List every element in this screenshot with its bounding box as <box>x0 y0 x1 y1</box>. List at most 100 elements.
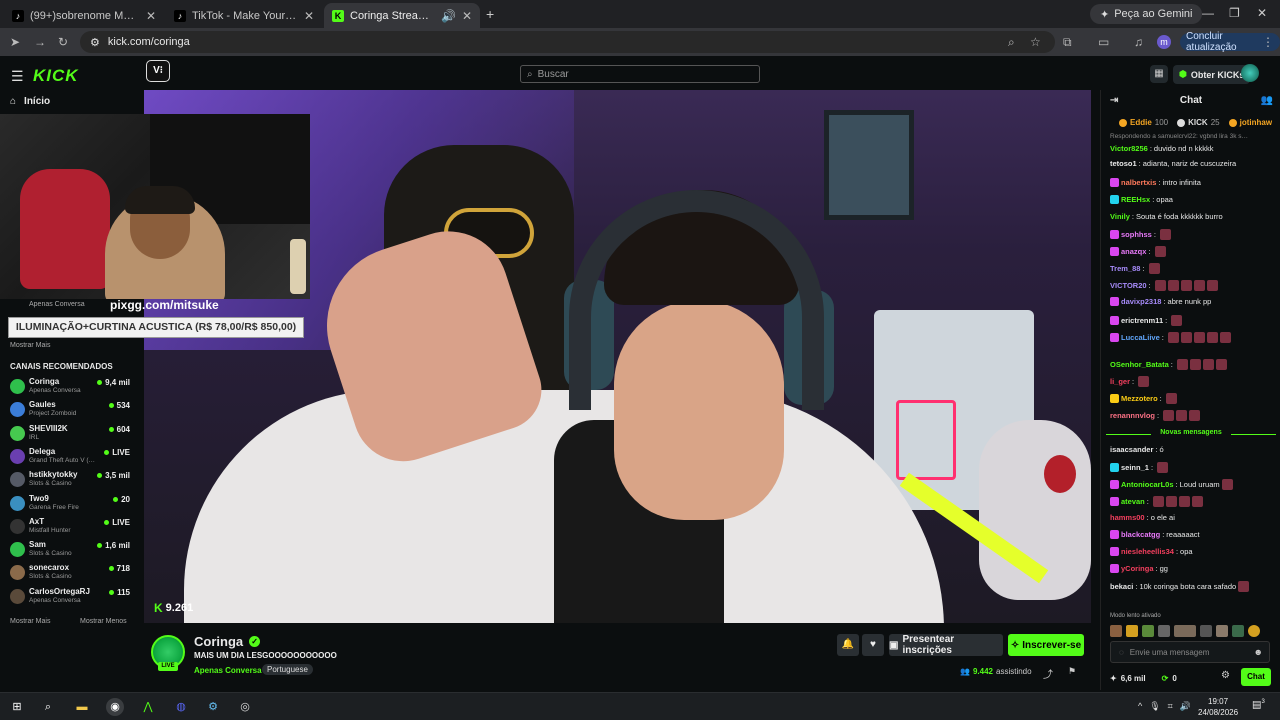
chat-message[interactable]: Vinily: Souta é foda kkkkkk burro <box>1110 212 1275 221</box>
recommended-channel[interactable]: hstikkytokky Slots & Casino 3,5 mil <box>8 469 130 491</box>
zoom-icon[interactable]: ⌕ <box>1008 35 1015 50</box>
chat-message[interactable]: VICTOR20: <box>1110 280 1275 291</box>
top-gifter[interactable]: Eddie 100 <box>1119 118 1168 127</box>
steam-icon[interactable]: ⚙ <box>204 698 222 716</box>
emote-icon[interactable] <box>1158 624 1170 637</box>
show-less-link[interactable]: Mostrar Menos <box>80 618 127 625</box>
windows-start-icon[interactable]: ⊞ <box>8 698 26 716</box>
search-icon[interactable]: ⌕ <box>39 698 57 716</box>
system-clock[interactable]: 19:07 24/08/2026 <box>1198 696 1238 718</box>
channel-name[interactable]: Coringa <box>194 634 243 649</box>
close-icon[interactable]: ✕ <box>304 9 314 23</box>
chat-message[interactable]: hamms00: o ele ai <box>1110 513 1275 522</box>
chat-username[interactable]: isaacsander <box>1110 445 1153 454</box>
media-icon[interactable]: ♫ <box>1134 35 1143 49</box>
site-settings-icon[interactable]: ⚙ <box>90 36 100 49</box>
chat-username[interactable]: hamms00 <box>1110 513 1145 522</box>
emote-icon[interactable] <box>1216 624 1228 637</box>
chat-message[interactable]: niesleheellis34: opa <box>1110 547 1275 556</box>
top-gifter[interactable]: jotinhaw <box>1228 118 1275 127</box>
search-input[interactable]: ⌕ Buscar <box>520 65 760 83</box>
new-tab-button[interactable]: + <box>486 6 494 22</box>
grid-icon[interactable]: ▦ <box>1150 65 1168 83</box>
chat-username[interactable]: Victor8256 <box>1110 144 1148 153</box>
category-link[interactable]: Apenas Conversa <box>194 666 262 675</box>
emote-icon[interactable] <box>1110 624 1122 637</box>
send-chat-button[interactable]: Chat <box>1241 668 1271 686</box>
browser-tab-3[interactable]: K Coringa Stream - Watch Liv 🔊 ✕ <box>324 3 480 28</box>
notification-bell-button[interactable]: 🔔 <box>837 634 859 656</box>
chat-username[interactable]: atevan <box>1121 497 1145 506</box>
emote-icon[interactable] <box>1142 624 1154 637</box>
forward-icon[interactable]: → <box>34 35 46 49</box>
chat-message[interactable]: erictrenm11: <box>1110 315 1275 326</box>
obs-icon[interactable]: ◎ <box>236 698 254 716</box>
close-icon[interactable]: ✕ <box>146 9 156 23</box>
profile-avatar[interactable]: m <box>1157 35 1171 49</box>
chat-message[interactable]: tetoso1: adianta, nariz de cuscuzeira <box>1110 159 1275 168</box>
chat-username[interactable]: REEHsx <box>1121 195 1150 204</box>
file-explorer-icon[interactable]: ▬ <box>73 698 91 716</box>
chat-username[interactable]: li_ger <box>1110 377 1130 386</box>
network-icon[interactable]: ⌗ <box>1168 701 1173 712</box>
chat-message[interactable]: Trem_88: <box>1110 263 1275 274</box>
notification-icon[interactable]: ▤3 <box>1252 699 1265 710</box>
chat-username[interactable]: Trem_88 <box>1110 264 1140 273</box>
reload-icon[interactable]: ↻ <box>58 35 68 49</box>
chat-username[interactable]: LuccaLiive <box>1121 333 1160 342</box>
emote-icon[interactable] <box>1174 624 1196 637</box>
channel-name-row[interactable]: Coringa ✓ <box>194 634 261 649</box>
gemini-button[interactable]: ✦ Peça ao Gemini <box>1090 4 1203 24</box>
app-icon[interactable]: ⋀ <box>139 698 157 716</box>
recommended-channel[interactable]: Two9 Garena Free Fire 20 <box>8 493 130 515</box>
show-more-link-top[interactable]: Mostrar Mais <box>10 342 50 349</box>
cast-icon[interactable]: ▭ <box>1098 35 1109 49</box>
chat-username[interactable]: anazqx <box>1121 247 1146 256</box>
chat-message[interactable]: atevan: <box>1110 496 1275 507</box>
chat-username[interactable]: bekaci <box>1110 582 1133 591</box>
chat-username[interactable]: sophhss <box>1121 230 1152 239</box>
extensions-icon[interactable]: ⧉ <box>1063 35 1072 50</box>
address-bar[interactable]: ⚙ kick.com/coringa <box>80 31 1055 53</box>
maximize-icon[interactable]: ❐ <box>1229 6 1240 20</box>
top-gifter[interactable]: KICK 25 <box>1177 118 1220 127</box>
recommended-channel[interactable]: Gaules Project Zomboid 534 <box>8 399 130 421</box>
obter-kicks-button[interactable]: ⬢ Obter KICKs <box>1173 65 1251 84</box>
chrome-icon[interactable]: ◉ <box>106 698 124 716</box>
recommended-channel[interactable]: Sam Slots & Casino 1,6 mil <box>8 539 130 561</box>
audio-icon[interactable]: 🔊 <box>441 9 456 23</box>
chat-username[interactable]: erictrenm11 <box>1121 316 1163 325</box>
chat-message[interactable]: bekaci:10k coringa bota cara safado <box>1110 581 1275 592</box>
close-window-icon[interactable]: ✕ <box>1257 6 1267 20</box>
hamburger-icon[interactable]: ☰ <box>11 68 24 85</box>
chat-message[interactable]: Mezzotero: <box>1110 393 1275 404</box>
chat-message[interactable]: Victor8256: duvido nd n kkkkk <box>1110 144 1275 153</box>
chat-username[interactable]: Mezzotero <box>1121 394 1158 403</box>
users-icon[interactable]: 👥 <box>1261 95 1273 106</box>
kick-logo[interactable]: KICK <box>33 66 79 86</box>
volume-icon[interactable]: 🔊 <box>1180 701 1191 712</box>
gift-subs-button[interactable]: ▣ Presentear inscrições <box>889 634 1003 656</box>
chat-username[interactable]: yCoringa <box>1121 564 1154 573</box>
chat-username[interactable]: Vinily <box>1110 212 1130 221</box>
chat-message[interactable]: renannnvlog: <box>1110 410 1275 421</box>
close-icon[interactable]: ✕ <box>462 9 472 23</box>
chat-settings-icon[interactable]: ⚙ <box>1221 670 1230 681</box>
chat-message[interactable]: seinn_1: <box>1110 462 1275 473</box>
chat-username[interactable]: renannnvlog <box>1110 411 1155 420</box>
chat-username[interactable]: blackcatgg <box>1121 530 1160 539</box>
chat-username[interactable]: davixp2318 <box>1121 297 1161 306</box>
recommended-channel[interactable]: CarlosOrtegaRJ Apenas Conversa 115 <box>8 586 130 608</box>
recommended-channel[interactable]: Coringa Apenas Conversa 9,4 mil <box>8 376 130 398</box>
emote-icon[interactable] <box>1248 624 1260 637</box>
chat-message[interactable]: isaacsander: ó <box>1110 445 1275 454</box>
chat-username[interactable]: niesleheellis34 <box>1121 547 1174 556</box>
emote-icon[interactable] <box>1126 624 1138 637</box>
chat-username[interactable]: AntonioсarL0s <box>1121 480 1174 489</box>
microphone-icon[interactable]: 🎙 <box>1149 701 1160 712</box>
chat-username[interactable]: OSenhor_Batata <box>1110 360 1169 369</box>
user-avatar[interactable] <box>1241 64 1259 82</box>
recommended-channel[interactable]: SHEVIII2K IRL 604 <box>8 423 130 445</box>
v-logo-icon[interactable]: V⁝ <box>146 60 170 82</box>
browser-tab-1[interactable]: ♪ (99+)sobrenome Memo: letra d ✕ <box>4 3 164 28</box>
